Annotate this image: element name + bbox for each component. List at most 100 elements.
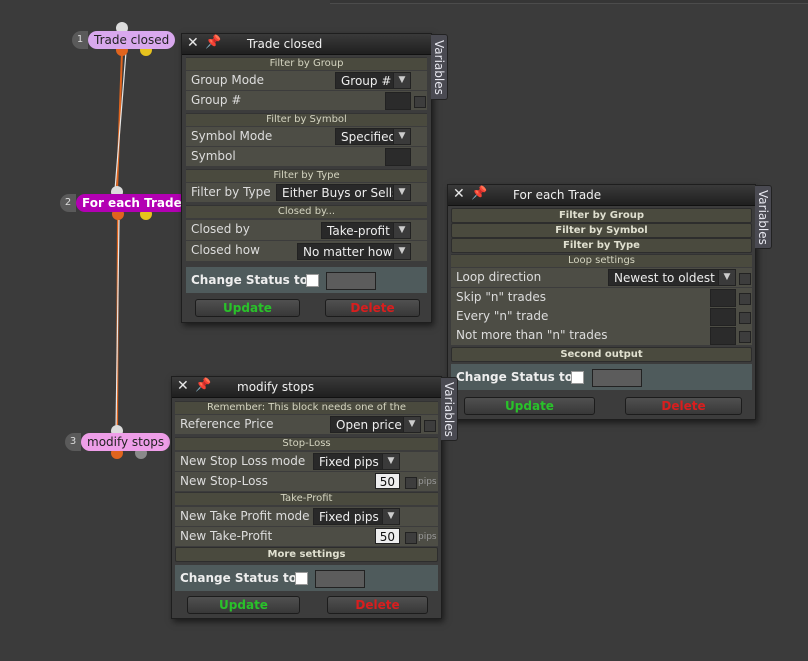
every-row: Every "n" trade (451, 307, 752, 326)
section-filter-by-type[interactable]: Filter by Type (451, 238, 752, 253)
for-each-titlebar[interactable]: ✕ 📌 For each Trade (448, 185, 755, 206)
trade-closed-titlebar[interactable]: ✕ 📌 Trade closed (182, 34, 431, 55)
closed-by-select[interactable]: Take-profit ▼ (321, 222, 411, 239)
group-number-input[interactable] (385, 92, 411, 110)
take-profit-row: New Take-Profit 50 pips (175, 527, 438, 546)
skip-checkbox[interactable] (739, 293, 751, 305)
reference-price-select[interactable]: Open price ▼ (330, 416, 421, 433)
section-second-output[interactable]: Second output (451, 347, 752, 362)
closed-how-select[interactable]: No matter how ▼ (297, 243, 411, 260)
section-take-profit[interactable]: Take-Profit (175, 492, 438, 505)
pin-icon[interactable]: 📌 (205, 35, 221, 50)
closed-by-row: Closed by Take-profit ▼ (186, 220, 427, 240)
sl-mode-label: New Stop Loss mode (180, 454, 306, 468)
not-more-checkbox[interactable] (739, 331, 751, 343)
symbol-mode-label: Symbol Mode (191, 129, 273, 143)
change-status-label: Change Status to (180, 571, 297, 585)
chevron-down-icon: ▼ (393, 185, 410, 200)
group-number-row: Group # (186, 91, 427, 110)
pin-icon[interactable]: 📌 (195, 378, 211, 393)
chevron-down-icon: ▼ (393, 223, 410, 238)
not-more-input[interactable] (710, 327, 736, 345)
modify-stops-panel: ✕ 📌 modify stops Remember: This block ne… (171, 376, 442, 619)
update-button[interactable]: Update (187, 596, 300, 614)
group-mode-value: Group # (341, 74, 392, 88)
section-filter-by-type[interactable]: Filter by Type (186, 169, 427, 182)
take-profit-checkbox[interactable] (405, 532, 417, 544)
symbol-mode-select[interactable]: Specified ▼ (335, 128, 411, 145)
sl-mode-value: Fixed pips (319, 455, 379, 469)
section-filter-by-symbol[interactable]: Filter by Symbol (451, 223, 752, 238)
close-icon[interactable]: ✕ (177, 378, 189, 394)
sl-mode-row: New Stop Loss mode Fixed pips ▼ (175, 452, 438, 471)
tp-mode-label: New Take Profit mode (180, 509, 310, 523)
change-status-checkbox[interactable] (571, 371, 584, 384)
tp-mode-value: Fixed pips (319, 510, 379, 524)
delete-button[interactable]: Delete (325, 299, 420, 317)
change-status-checkbox[interactable] (295, 572, 308, 585)
update-button[interactable]: Update (464, 397, 595, 415)
node3-label[interactable]: modify stops (81, 433, 171, 451)
pin-icon[interactable]: 📌 (471, 186, 487, 201)
filter-type-value: Either Buys or Sells (282, 186, 399, 200)
closed-by-value: Take-profit (327, 224, 390, 238)
symbol-mode-value: Specified (341, 130, 397, 144)
skip-row: Skip "n" trades (451, 288, 752, 307)
symbol-label: Symbol (191, 149, 236, 163)
closed-how-label: Closed how (191, 243, 260, 257)
stop-loss-checkbox[interactable] (405, 477, 417, 489)
take-profit-input[interactable]: 50 (375, 528, 400, 544)
close-icon[interactable]: ✕ (187, 35, 199, 51)
panel-title: Trade closed (247, 37, 323, 51)
stop-loss-row: New Stop-Loss 50 pips (175, 472, 438, 491)
symbol-input[interactable] (385, 148, 411, 166)
every-label: Every "n" trade (456, 309, 549, 323)
node2-label[interactable]: For each Trade (76, 194, 188, 212)
change-status-input[interactable] (326, 272, 376, 290)
chevron-down-icon: ▼ (718, 270, 735, 285)
section-stop-loss[interactable]: Stop-Loss (175, 437, 438, 450)
filter-type-select[interactable]: Either Buys or Sells ▼ (276, 184, 411, 201)
not-more-row: Not more than "n" trades (451, 326, 752, 345)
change-status-label: Change Status to (191, 273, 308, 287)
loop-direction-row: Loop direction Newest to oldest ▼ (451, 268, 752, 287)
loop-direction-select[interactable]: Newest to oldest ▼ (608, 269, 736, 286)
node1-label[interactable]: Trade closed (88, 31, 176, 49)
every-input[interactable] (710, 308, 736, 326)
group-mode-select[interactable]: Group # ▼ (335, 72, 411, 89)
sl-mode-select[interactable]: Fixed pips ▼ (313, 453, 400, 470)
modify-stops-titlebar[interactable]: ✕ 📌 modify stops (172, 377, 441, 398)
section-filter-by-group[interactable]: Filter by Group (451, 208, 752, 223)
change-status-input[interactable] (315, 570, 365, 588)
variables-tab[interactable]: Variables (441, 377, 458, 441)
chevron-down-icon: ▼ (393, 73, 410, 88)
trade-closed-panel: ✕ 📌 Trade closed Filter by Group Group M… (181, 33, 432, 323)
section-closed-by[interactable]: Closed by... (186, 205, 427, 218)
reference-price-checkbox[interactable] (424, 420, 436, 432)
section-filter-by-symbol[interactable]: Filter by Symbol (186, 113, 427, 126)
wire-1-to-2-orange (116, 51, 123, 191)
change-status-input[interactable] (592, 369, 642, 387)
delete-button[interactable]: Delete (625, 397, 742, 415)
panel-title: For each Trade (513, 188, 602, 202)
tp-mode-row: New Take Profit mode Fixed pips ▼ (175, 507, 438, 526)
delete-button[interactable]: Delete (327, 596, 428, 614)
section-loop-settings[interactable]: Loop settings (451, 254, 752, 267)
group-number-checkbox[interactable] (414, 96, 426, 108)
close-icon[interactable]: ✕ (453, 186, 465, 202)
loop-direction-checkbox[interactable] (739, 273, 751, 285)
section-filter-by-group[interactable]: Filter by Group (186, 57, 427, 70)
variables-tab[interactable]: Variables (755, 185, 772, 249)
stop-loss-input[interactable]: 50 (375, 473, 400, 489)
closed-how-value: No matter how (303, 245, 393, 259)
take-profit-unit: pips (418, 532, 437, 542)
update-button[interactable]: Update (195, 299, 300, 317)
change-status-checkbox[interactable] (306, 274, 319, 287)
skip-input[interactable] (710, 289, 736, 307)
group-number-label: Group # (191, 93, 242, 107)
every-checkbox[interactable] (739, 312, 751, 324)
variables-tab[interactable]: Variables (431, 34, 448, 100)
section-more-settings[interactable]: More settings (175, 547, 438, 562)
tp-mode-select[interactable]: Fixed pips ▼ (313, 508, 400, 525)
group-mode-label: Group Mode (191, 73, 265, 87)
